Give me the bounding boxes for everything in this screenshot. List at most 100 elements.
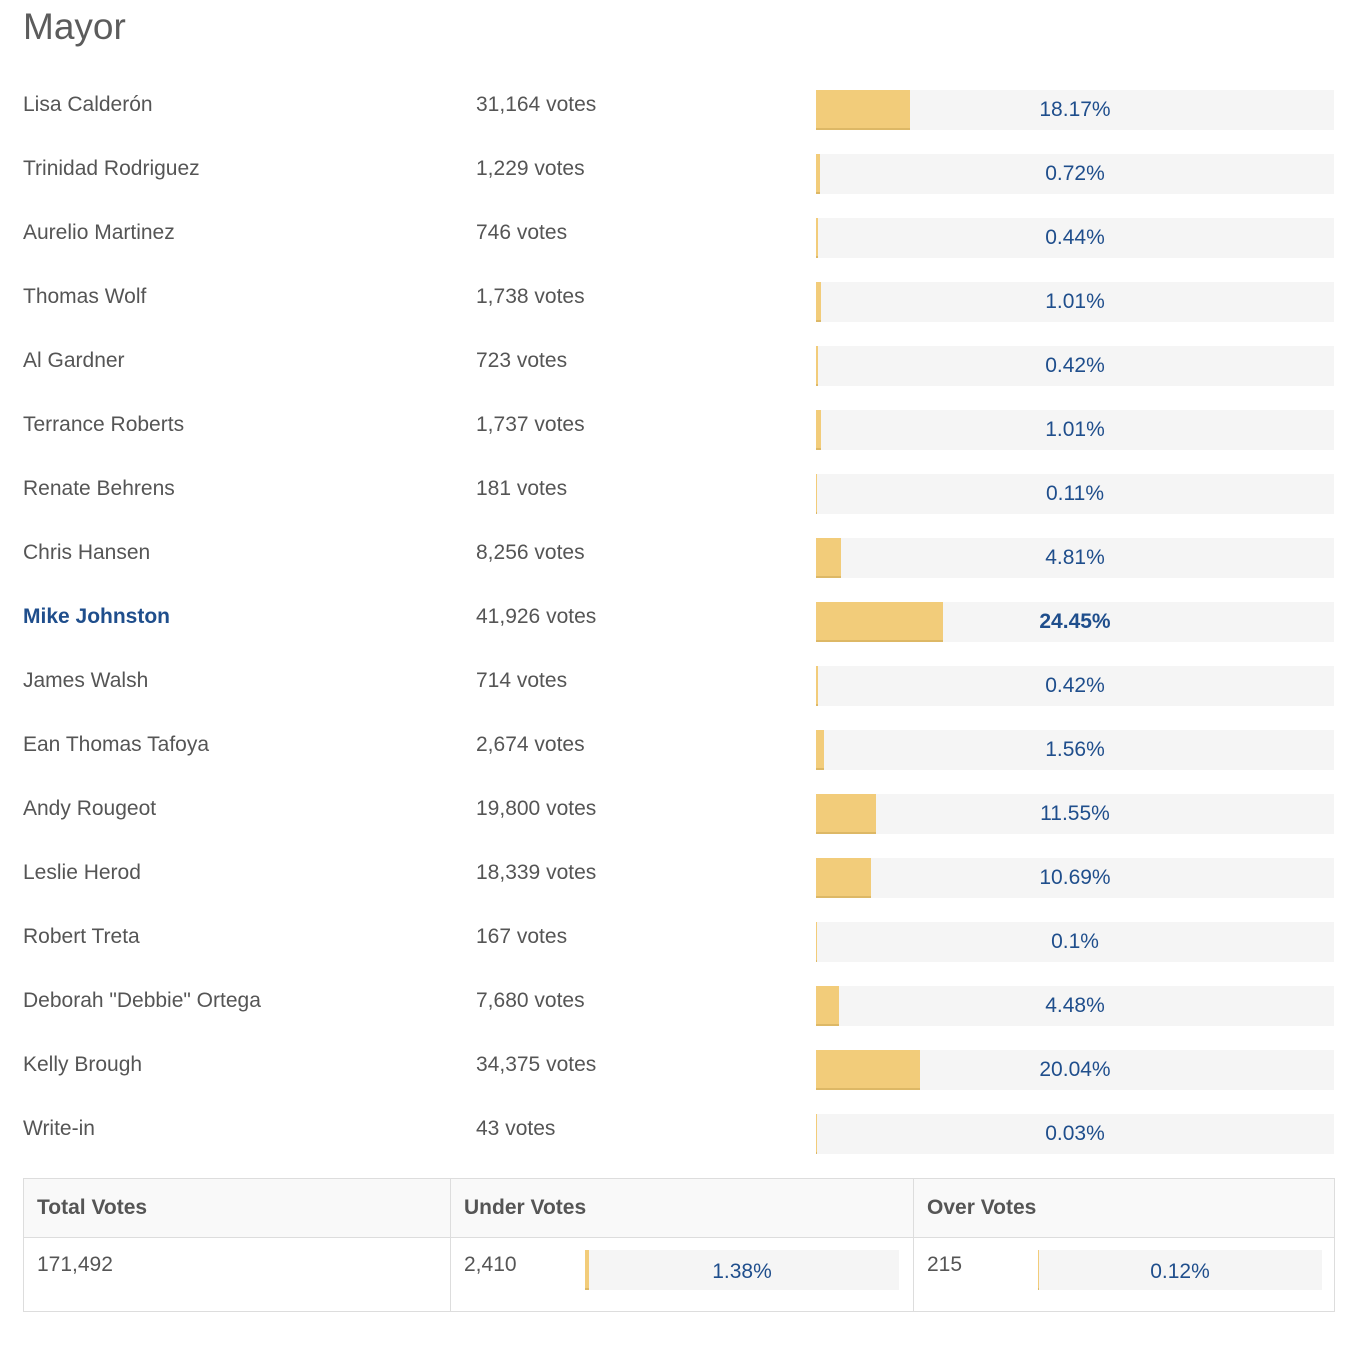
total-votes-cell: 171,492 [23, 1237, 451, 1312]
vote-share-bar-track: 0.03% [816, 1114, 1334, 1154]
vote-share-bar-track: 0.11% [816, 474, 1334, 514]
candidate-votes: 7,680 votes [476, 989, 585, 1012]
candidate-row: Terrance Roberts 1,737 votes 1.01% [0, 410, 1354, 474]
vote-share-bar-track: 4.48% [816, 986, 1334, 1026]
candidate-name: Leslie Herod [23, 861, 141, 884]
candidate-row: Robert Treta 167 votes 0.1% [0, 922, 1354, 986]
summary-header-row: Total Votes Under Votes Over Votes [23, 1178, 1335, 1238]
vote-share-bar-track: 18.17% [816, 90, 1334, 130]
candidate-votes: 1,738 votes [476, 285, 585, 308]
candidate-votes: 31,164 votes [476, 93, 597, 116]
over-votes-header: Over Votes [913, 1178, 1335, 1238]
vote-share-bar-track: 1.56% [816, 730, 1334, 770]
candidate-votes: 2,674 votes [476, 733, 585, 756]
total-votes-value: 171,492 [37, 1253, 113, 1276]
vote-share-percent: 0.72% [1045, 162, 1105, 185]
vote-share-percent: 11.55% [1040, 802, 1110, 825]
candidate-row: Write-in 43 votes 0.03% [0, 1114, 1354, 1178]
summary-values-row: 171,492 2,410 1.38% 215 0.12% [23, 1237, 1335, 1312]
candidate-row: Chris Hansen 8,256 votes 4.81% [0, 538, 1354, 602]
vote-share-percent: 20.04% [1039, 1058, 1111, 1081]
vote-share-percent: 18.17% [1039, 98, 1111, 121]
candidate-votes: 723 votes [476, 349, 568, 372]
vote-share-bar-track: 0.72% [816, 154, 1334, 194]
candidate-results-list: Lisa Calderón 31,164 votes 18.17% Trinidad … [0, 90, 1354, 1178]
candidate-votes: 41,926 votes [476, 605, 597, 628]
candidate-row: Ean Thomas Tafoya 2,674 votes 1.56% [0, 730, 1354, 794]
vote-share-percent: 0.44% [1045, 226, 1105, 249]
vote-share-percent: 1.01% [1045, 418, 1105, 441]
over-votes-bar-track: 0.12% [1038, 1250, 1322, 1290]
vote-share-percent: 0.42% [1045, 674, 1105, 697]
candidate-row: Leslie Herod 18,339 votes 10.69% [0, 858, 1354, 922]
vote-share-bar-track: 4.81% [816, 538, 1334, 578]
candidate-name: Aurelio Martinez [23, 221, 175, 244]
candidate-name: Chris Hansen [23, 541, 151, 564]
candidate-row: Lisa Calderón 31,164 votes 18.17% [0, 90, 1354, 154]
candidate-name: Ean Thomas Tafoya [23, 733, 210, 756]
candidate-row: Trinidad Rodriguez 1,229 votes 0.72% [0, 154, 1354, 218]
under-votes-bar-track: 1.38% [585, 1250, 899, 1290]
candidate-row: Mike Johnston 41,926 votes 24.45% [0, 602, 1354, 666]
candidate-votes: 714 votes [476, 669, 568, 692]
candidate-name: Renate Behrens [23, 477, 175, 500]
vote-share-bar-track: 0.42% [816, 346, 1334, 386]
vote-share-bar-track: 11.55% [816, 794, 1334, 834]
candidate-votes: 18,339 votes [476, 861, 597, 884]
candidate-name: Trinidad Rodriguez [23, 157, 200, 180]
vote-share-bar-track: 10.69% [816, 858, 1334, 898]
vote-share-bar-track: 0.1% [816, 922, 1334, 962]
contest-title: Mayor [23, 6, 126, 47]
vote-share-percent: 0.03% [1045, 1122, 1105, 1145]
candidate-votes: 19,800 votes [476, 797, 597, 820]
vote-share-bar-track: 1.01% [816, 282, 1334, 322]
candidate-name: Terrance Roberts [23, 413, 185, 436]
candidate-row: Kelly Brough 34,375 votes 20.04% [0, 1050, 1354, 1114]
candidate-votes: 1,229 votes [476, 157, 585, 180]
candidate-name: Thomas Wolf [23, 285, 147, 308]
vote-share-percent: 0.42% [1045, 354, 1105, 377]
vote-share-bar-track: 24.45% [816, 602, 1334, 642]
vote-share-percent: 10.69% [1039, 866, 1111, 889]
over-votes-value: 215 [927, 1253, 963, 1276]
vote-share-bar-track: 0.44% [816, 218, 1334, 258]
vote-share-percent: 4.48% [1045, 994, 1105, 1017]
candidate-votes: 8,256 votes [476, 541, 585, 564]
candidate-row: Renate Behrens 181 votes 0.11% [0, 474, 1354, 538]
vote-share-percent: 1.01% [1045, 290, 1105, 313]
vote-share-bar-track: 1.01% [816, 410, 1334, 450]
vote-share-percent: 1.56% [1045, 738, 1105, 761]
candidate-row: Andy Rougeot 19,800 votes 11.55% [0, 794, 1354, 858]
candidate-votes: 1,737 votes [476, 413, 585, 436]
candidate-name: Robert Treta [23, 925, 140, 948]
vote-share-percent: 24.45% [1039, 610, 1111, 633]
vote-share-percent: 4.81% [1045, 546, 1105, 569]
vote-share-percent: 0.1% [1051, 930, 1099, 953]
over-votes-percent: 0.12% [1150, 1260, 1210, 1283]
candidate-name: Mike Johnston [23, 605, 171, 628]
under-votes-value: 2,410 [464, 1253, 517, 1276]
vote-summary-table: Total Votes Under Votes Over Votes 171,4… [23, 1178, 1335, 1312]
candidate-row: Aurelio Martinez 746 votes 0.44% [0, 218, 1354, 282]
candidate-row: James Walsh 714 votes 0.42% [0, 666, 1354, 730]
candidate-votes: 167 votes [476, 925, 568, 948]
vote-share-percent: 0.11% [1046, 482, 1104, 505]
vote-share-bar-track: 0.42% [816, 666, 1334, 706]
under-votes-percent: 1.38% [712, 1260, 772, 1283]
candidate-row: Deborah "Debbie" Ortega 7,680 votes 4.48% [0, 986, 1354, 1050]
candidate-name: Andy Rougeot [23, 797, 157, 820]
candidate-votes: 181 votes [476, 477, 568, 500]
candidate-votes: 746 votes [476, 221, 568, 244]
candidate-votes: 43 votes [476, 1117, 556, 1140]
candidate-row: Al Gardner 723 votes 0.42% [0, 346, 1354, 410]
under-votes-header: Under Votes [450, 1178, 914, 1238]
candidate-name: Kelly Brough [23, 1053, 143, 1076]
candidate-name: James Walsh [23, 669, 149, 692]
candidate-row: Thomas Wolf 1,738 votes 1.01% [0, 282, 1354, 346]
total-votes-header: Total Votes [23, 1178, 451, 1238]
candidate-name: Al Gardner [23, 349, 125, 372]
candidate-votes: 34,375 votes [476, 1053, 597, 1076]
vote-share-bar-track: 20.04% [816, 1050, 1334, 1090]
candidate-name: Lisa Calderón [23, 93, 153, 116]
over-votes-cell: 215 0.12% [913, 1237, 1335, 1312]
